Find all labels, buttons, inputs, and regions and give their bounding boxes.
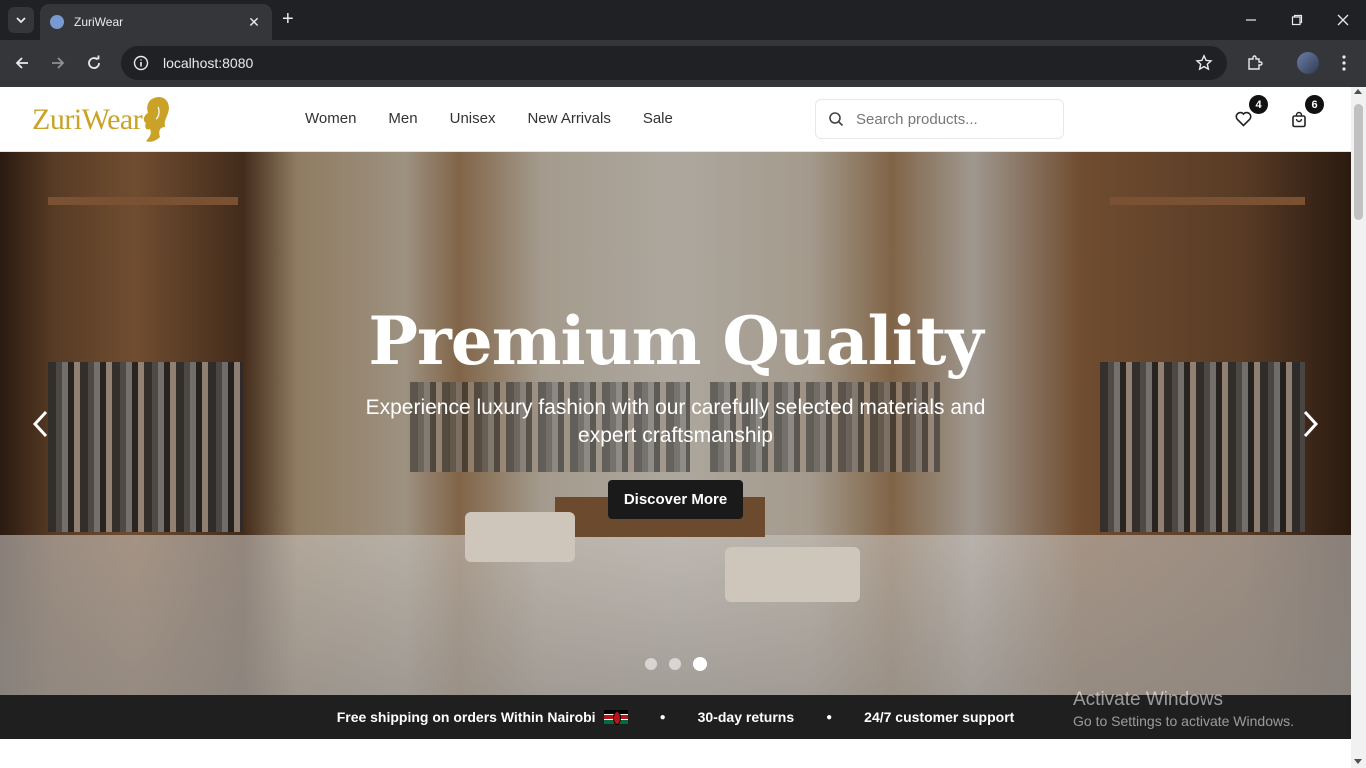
hero-image-shelf <box>48 197 238 205</box>
hero-image-floor <box>0 535 1351 695</box>
page-below-fold <box>0 739 1351 768</box>
logo-woman-silhouette-icon <box>144 96 170 142</box>
chevron-down-icon <box>16 17 26 24</box>
nav-sale[interactable]: Sale <box>643 110 673 127</box>
globe-icon <box>50 15 64 29</box>
scrollbar-thumb[interactable] <box>1354 104 1363 220</box>
browser-tab[interactable]: ZuriWear ✕ <box>40 4 272 40</box>
carousel-prev-button[interactable] <box>30 409 50 439</box>
nav-unisex[interactable]: Unisex <box>450 110 496 127</box>
tab-title: ZuriWear <box>74 15 124 29</box>
logo-text: ZuriWear <box>32 103 143 136</box>
cart-count-badge: 6 <box>1305 95 1324 114</box>
reload-icon <box>88 55 100 69</box>
hero-subtitle: Experience luxury fashion with our caref… <box>365 396 986 447</box>
watermark-line-2: Go to Settings to activate Windows. <box>1073 713 1294 729</box>
nav-men[interactable]: Men <box>388 110 417 127</box>
search-input[interactable] <box>856 110 1046 128</box>
arrow-right-icon <box>52 57 65 69</box>
browser-toolbar: localhost:8080 <box>0 40 1366 87</box>
address-bar[interactable]: localhost:8080 <box>121 46 1227 80</box>
search-box[interactable] <box>815 99 1064 139</box>
back-button[interactable] <box>10 51 34 75</box>
hero-image-shelf <box>1110 197 1305 205</box>
carousel-dot-2[interactable] <box>669 658 681 670</box>
site-info-icon[interactable] <box>133 55 149 71</box>
hero-carousel: Premium Quality Experience luxury fashio… <box>0 152 1351 695</box>
heart-icon <box>1234 111 1252 127</box>
close-tab-icon[interactable]: ✕ <box>246 14 262 31</box>
scroll-up-arrow-icon[interactable] <box>1354 89 1362 94</box>
bookmark-star-icon[interactable] <box>1193 52 1215 74</box>
arrow-left-icon <box>15 57 28 69</box>
site-header: ZuriWear Women Men Unisex New Arrivals S… <box>0 87 1351 152</box>
promo-shipping: Free shipping on orders Within Nairobi <box>336 709 596 725</box>
nav-new-arrivals[interactable]: New Arrivals <box>527 110 610 127</box>
close-window-button[interactable] <box>1320 0 1366 40</box>
search-icon <box>829 112 844 127</box>
more-menu-icon[interactable] <box>1333 52 1355 74</box>
minimize-icon <box>1246 19 1256 21</box>
shopping-bag-icon <box>1292 111 1306 127</box>
restore-icon <box>1291 14 1303 26</box>
forward-button[interactable] <box>46 51 70 75</box>
reload-button[interactable] <box>82 51 106 75</box>
wishlist-button[interactable]: 4 <box>1233 95 1268 129</box>
hero-content: Premium Quality Experience luxury fashio… <box>0 302 1351 519</box>
page-scrollbar[interactable] <box>1351 87 1366 768</box>
promo-returns: 30-day returns <box>697 709 795 725</box>
watermark-line-1: Activate Windows <box>1073 689 1223 710</box>
cart-button[interactable]: 6 <box>1289 95 1324 129</box>
carousel-next-button[interactable] <box>1301 409 1321 439</box>
main-navigation: Women Men Unisex New Arrivals Sale <box>305 110 673 127</box>
hero-image-bench <box>465 512 575 562</box>
tab-search-button[interactable] <box>8 7 34 33</box>
extensions-puzzle-icon[interactable] <box>1244 52 1266 74</box>
restore-button[interactable] <box>1274 0 1320 40</box>
chevron-right-icon <box>1303 410 1319 438</box>
page-viewport: ZuriWear Women Men Unisex New Arrivals S… <box>0 87 1366 768</box>
minimize-button[interactable] <box>1228 0 1274 40</box>
wishlist-count-badge: 4 <box>1249 95 1268 114</box>
nav-women[interactable]: Women <box>305 110 356 127</box>
new-tab-button[interactable]: + <box>282 9 294 29</box>
kenya-flag-icon <box>603 710 628 725</box>
carousel-dot-1[interactable] <box>645 658 657 670</box>
activate-windows-watermark: Activate Windows Go to Settings to activ… <box>1073 689 1294 729</box>
bullet-separator: ● <box>826 711 833 723</box>
browser-tabbar: ZuriWear ✕ + <box>0 0 1366 40</box>
carousel-dot-3[interactable] <box>693 657 707 671</box>
scroll-down-arrow-icon[interactable] <box>1354 759 1362 764</box>
promo-support: 24/7 customer support <box>864 709 1015 725</box>
profile-avatar[interactable] <box>1297 52 1319 74</box>
site-logo[interactable]: ZuriWear <box>32 93 172 147</box>
hero-title: Premium Quality <box>368 302 983 380</box>
close-icon <box>1337 14 1349 26</box>
discover-more-button[interactable]: Discover More <box>607 480 744 519</box>
chevron-left-icon <box>32 410 48 438</box>
bullet-separator: ● <box>659 711 666 723</box>
url-text[interactable]: localhost:8080 <box>163 55 253 71</box>
hero-image-bench <box>725 547 860 602</box>
carousel-dots <box>645 657 707 671</box>
